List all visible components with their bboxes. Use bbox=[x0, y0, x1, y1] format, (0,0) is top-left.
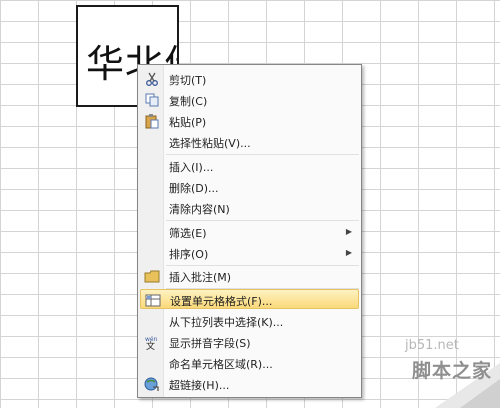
menu-item-insert[interactable]: 插入(I)... bbox=[140, 156, 359, 176]
scissors-icon bbox=[144, 71, 160, 87]
menu-item-label: 插入批注(M) bbox=[169, 271, 232, 284]
menu-item-label: 排序(O) bbox=[169, 248, 209, 261]
menu-item-clear-contents[interactable]: 清除内容(N) bbox=[140, 198, 359, 218]
submenu-arrow-icon: ▶ bbox=[345, 227, 352, 236]
format-cells-icon bbox=[145, 292, 161, 308]
watermark-brand: 脚本之家 bbox=[412, 360, 493, 382]
menu-item-insert-comment[interactable]: 插入批注(M) bbox=[140, 266, 359, 286]
menu-item-label: 从下拉列表中选择(K)... bbox=[169, 316, 284, 329]
menu-item-sort[interactable]: 排序(O) ▶ bbox=[140, 243, 359, 263]
menu-item-format-cells[interactable]: 设置单元格格式(F)... bbox=[140, 289, 359, 309]
menu-item-copy[interactable]: 复制(C) bbox=[140, 90, 359, 110]
svg-text:文: 文 bbox=[146, 340, 155, 350]
menu-item-define-name[interactable]: 命名单元格区域(R)... bbox=[140, 353, 359, 373]
menu-item-label: 复制(C) bbox=[169, 95, 208, 108]
menu-item-label: 粘贴(P) bbox=[169, 116, 207, 129]
copy-icon bbox=[144, 92, 160, 108]
menu-item-paste[interactable]: 粘贴(P) bbox=[140, 111, 359, 131]
menu-item-label: 设置单元格格式(F)... bbox=[170, 295, 273, 308]
hyperlink-icon bbox=[144, 376, 160, 392]
menu-item-label: 剪切(T) bbox=[169, 74, 207, 87]
submenu-arrow-icon: ▶ bbox=[345, 248, 352, 257]
menu-separator bbox=[166, 220, 359, 221]
context-menu: 剪切(T) 复制(C) 粘贴(P) 选择性粘贴(V)... 插入(I)... 删… bbox=[137, 64, 362, 398]
menu-item-delete[interactable]: 删除(D)... bbox=[140, 177, 359, 197]
menu-item-cut[interactable]: 剪切(T) bbox=[140, 69, 359, 89]
menu-item-label: 选择性粘贴(V)... bbox=[169, 137, 251, 150]
menu-item-label: 筛选(E) bbox=[169, 227, 207, 240]
menu-item-filter[interactable]: 筛选(E) ▶ bbox=[140, 222, 359, 242]
menu-item-paste-special[interactable]: 选择性粘贴(V)... bbox=[140, 132, 359, 152]
paste-icon bbox=[144, 113, 160, 129]
menu-item-label: 删除(D)... bbox=[169, 182, 219, 195]
watermark-url: jb51.net bbox=[405, 338, 459, 353]
menu-item-label: 显示拼音字段(S) bbox=[169, 337, 251, 350]
menu-item-label: 超链接(H)... bbox=[169, 379, 230, 392]
comment-icon bbox=[144, 268, 160, 284]
menu-item-label: 清除内容(N) bbox=[169, 203, 230, 216]
menu-item-hyperlink[interactable]: 超链接(H)... bbox=[140, 374, 359, 394]
menu-item-show-phonetic[interactable]: wén 文 显示拼音字段(S) bbox=[140, 332, 359, 352]
menu-item-label: 命名单元格区域(R)... bbox=[169, 358, 273, 371]
menu-item-label: 插入(I)... bbox=[169, 161, 214, 174]
menu-separator bbox=[166, 154, 359, 155]
menu-item-pick-from-list[interactable]: 从下拉列表中选择(K)... bbox=[140, 311, 359, 331]
phonetic-icon: wén 文 bbox=[144, 334, 160, 352]
